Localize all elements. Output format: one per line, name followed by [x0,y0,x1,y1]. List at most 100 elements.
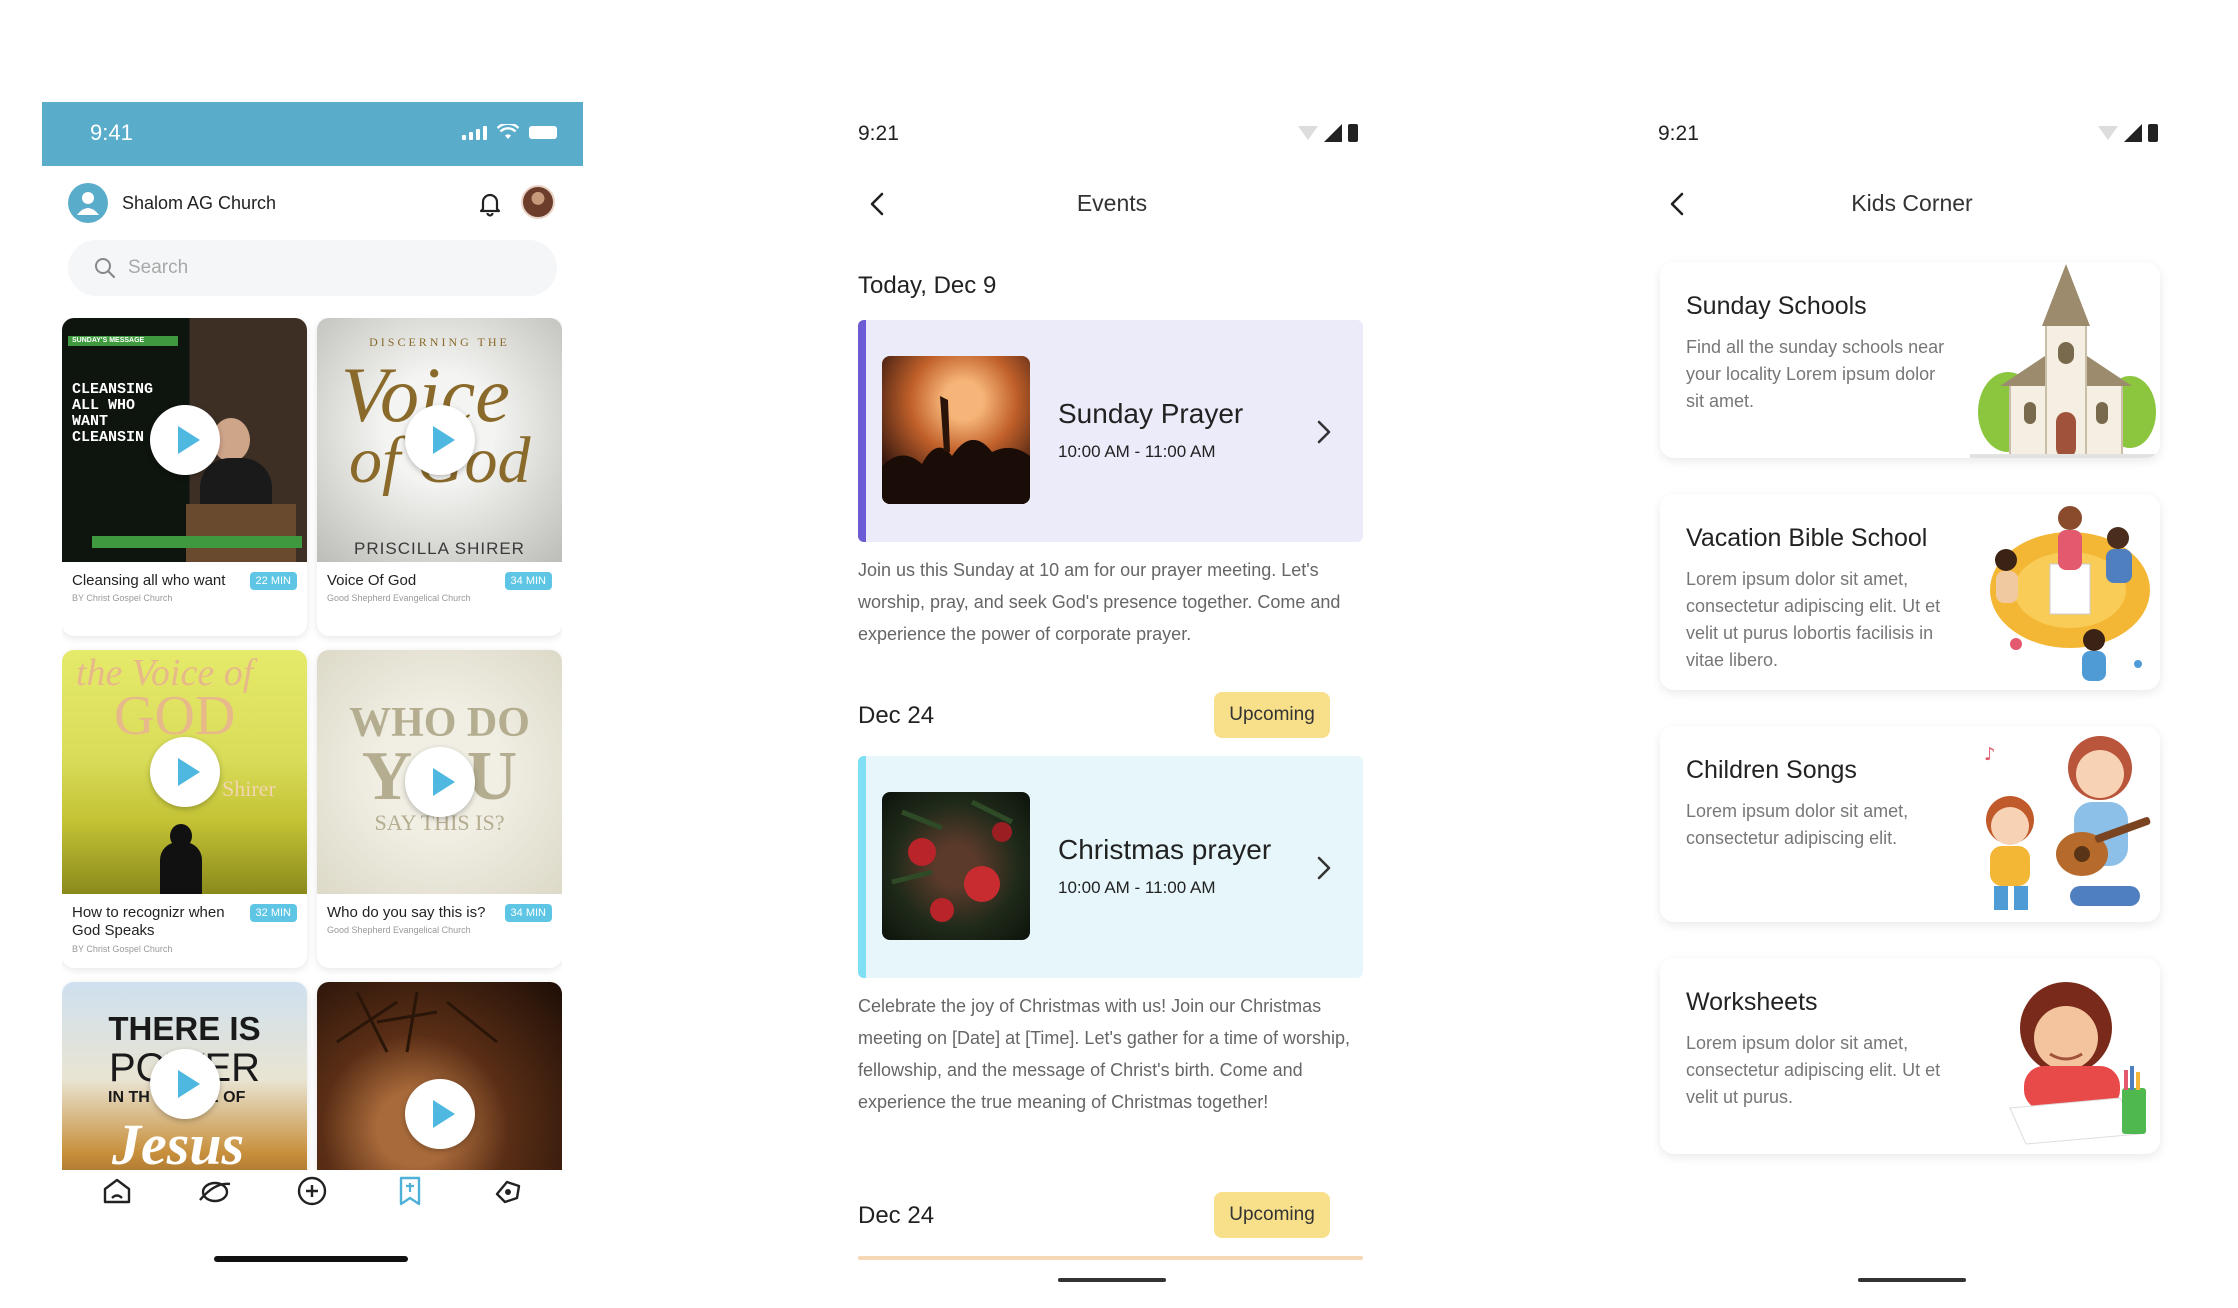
add-icon[interactable] [293,1172,331,1210]
kids-card-worksheets[interactable]: Worksheets Lorem ipsum dolor sit amet, c… [1660,958,2160,1154]
duration-badge: 34 MIN [504,904,552,922]
search-bar[interactable] [68,240,557,296]
media-thumbnail [317,982,562,1170]
status-time: 9:41 [90,120,133,145]
chevron-right-icon[interactable] [1313,854,1335,882]
event-image [882,792,1030,940]
media-thumbnail: the Voice of GOD Shirer [62,650,307,894]
duration-badge: 32 MIN [249,904,297,922]
wifi-icon [1298,126,1318,140]
media-title: How to recognizr when God Speaks [72,904,225,939]
wifi-icon [497,124,519,139]
kids-reading-illustration-icon [1990,506,2150,681]
community-icon[interactable] [489,1172,527,1210]
event-card[interactable]: Christmas prayer 10:00 AM - 11:00 AM [858,756,1363,978]
play-button[interactable] [404,405,475,475]
status-time: 9:21 [1658,122,1699,145]
avatar[interactable] [521,185,555,219]
explore-icon[interactable] [196,1172,234,1210]
play-button[interactable] [149,405,220,475]
section-date: Dec 24 [858,702,935,729]
media-card[interactable]: DISCERNING THE Voice of God PRISCILLA SH… [317,318,562,636]
duration-badge: 22 MIN [249,572,297,590]
search-input[interactable] [128,240,528,296]
media-title: Cleansing all who want [72,572,226,589]
media-card[interactable]: WHO DO YOU SAY THIS IS? Who do you say t… [317,650,562,968]
svg-text:♪: ♪ [1984,744,1996,765]
thumbnail-text: PRISCILLA SHIRER [354,539,525,558]
status-bar: 9:41 [42,102,583,166]
kids-card-children-songs[interactable]: Children Songs Lorem ipsum dolor sit ame… [1660,726,2160,922]
media-card[interactable] [317,982,562,1170]
media-thumbnail: THERE IS POWER IN TH E OF Jesus [62,982,307,1170]
play-button[interactable] [404,747,475,817]
church-illustration-icon [1970,264,2160,458]
media-thumbnail: WHO DO YOU SAY THIS IS? [317,650,562,894]
thumbnail-text: SUNDAY'S MESSAGE [72,337,145,344]
event-title: Christmas prayer [1058,834,1272,865]
card-title: Worksheets [1686,988,1818,1016]
event-time: 10:00 AM - 11:00 AM [1058,442,1216,461]
media-card[interactable]: SUNDAY'S MESSAGE CLEANSING ALL WHO WANT … [62,318,307,636]
thumbnail-text: IN TH [108,1089,150,1106]
event-card[interactable]: Sunday Prayer 10:00 AM - 11:00 AM [858,320,1363,542]
home-indicator [1858,1278,1966,1282]
signal-icon [462,124,487,140]
thumbnail-text: DISCERNING THE [369,335,510,349]
media-thumbnail: SUNDAY'S MESSAGE CLEANSING ALL WHO WANT … [62,318,307,562]
play-button[interactable] [404,1079,475,1149]
media-church: BY Christ Gospel Church [72,593,173,603]
media-thumbnail: DISCERNING THE Voice of God PRISCILLA SH… [317,318,562,562]
battery-icon [529,125,557,139]
event-time: 10:00 AM - 11:00 AM [1058,878,1216,897]
thumbnail-text: ALL WHO [72,397,136,414]
signal-icon [1324,124,1342,142]
play-button[interactable] [149,1049,220,1119]
kids-singing-illustration-icon: ♪ [1984,736,2151,910]
girl-drawing-illustration-icon [2009,982,2146,1145]
event-accent-bar [858,756,866,978]
event-card-partial [858,1256,1363,1260]
status-badge: Upcoming [1214,1192,1330,1238]
thumbnail-text: Jesus [112,1112,245,1171]
battery-icon [1348,124,1358,142]
card-title: Vacation Bible School [1686,524,1928,552]
card-description: Lorem ipsum dolor sit amet, consectetur … [1686,569,1941,670]
home-indicator [214,1256,408,1262]
thumbnail-text: CLEANSING [72,381,154,398]
duration-badge: 34 MIN [504,572,552,590]
kids-card-sunday-schools[interactable]: Sunday Schools Find all the sunday schoo… [1660,262,2160,458]
bottom-tab-bar [42,1172,583,1226]
page-title: Kids Corner [1851,190,1973,216]
bookmark-icon[interactable] [391,1172,429,1210]
card-description: Lorem ipsum dolor sit amet, consectetur … [1686,801,1909,848]
play-button[interactable] [149,737,220,807]
media-card[interactable]: THERE IS POWER IN TH E OF Jesus [62,982,307,1170]
thumbnail-text: GOD [114,685,236,747]
card-title: Children Songs [1686,756,1857,784]
app-header: Shalom AG Church [68,178,557,228]
status-icons [2098,124,2158,142]
signal-icon [2124,124,2142,142]
event-accent-bar [858,320,866,542]
status-icons [462,124,557,140]
media-card[interactable]: the Voice of GOD Shirer How to recognizr… [62,650,307,968]
media-church: Good Shepherd Evangelical Church [327,925,471,935]
bell-icon[interactable] [475,188,505,218]
event-title: Sunday Prayer [1058,398,1244,429]
status-time: 9:21 [858,122,899,145]
media-title: Voice Of God [327,572,417,589]
thumbnail-text: THERE IS [108,1010,261,1047]
home-icon[interactable] [98,1172,136,1210]
church-name: Shalom AG Church [122,193,277,213]
thumbnail-text: CLEANSIN [72,429,145,446]
home-indicator [1058,1278,1166,1282]
thumbnail-text: Shirer [222,776,276,801]
media-grid: SUNDAY'S MESSAGE CLEANSING ALL WHO WANT … [62,318,562,1170]
status-icons [1298,124,1358,142]
card-description: Lorem ipsum dolor sit amet, consectetur … [1686,1033,1941,1107]
kids-card-vacation-bible-school[interactable]: Vacation Bible School Lorem ipsum dolor … [1660,494,2160,690]
media-app-screen: 9:41 Shalom AG Church SUNDAY'S MESSAGE C… [42,0,583,1308]
chevron-right-icon[interactable] [1313,418,1335,446]
church-logo-icon [68,183,108,223]
